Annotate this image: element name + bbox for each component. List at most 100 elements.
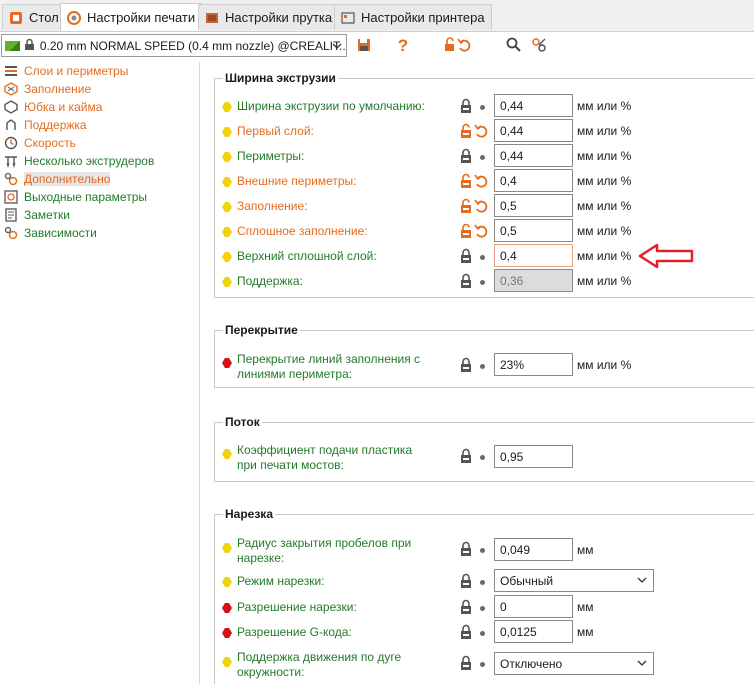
lock-icon[interactable] [459, 148, 473, 164]
simple-mode-bullet-icon [222, 227, 232, 237]
preset-value: 0.20 mm NORMAL SPEED (0.4 mm nozzle) @CR… [39, 38, 346, 53]
sidebar-item-speed[interactable]: Скорость [0, 134, 200, 152]
undo-icon[interactable] [474, 173, 489, 188]
system-value-dot-icon [480, 155, 485, 160]
red-arrow-annotation-icon [638, 243, 694, 269]
sidebar-item-multi-extruder[interactable]: Несколько экструдеров [0, 152, 200, 170]
setting-row-solid-infill: Сплошное заполнение: 0,5 мм или % [222, 219, 754, 243]
help-label: ? [397, 36, 409, 55]
sidebar-item-dependencies[interactable]: Зависимости [0, 224, 200, 242]
sidebar-item-label: Поддержка [24, 118, 87, 132]
group-title: Поток [223, 415, 262, 429]
slicing-mode-select[interactable]: Обычный [494, 569, 654, 592]
search-button[interactable] [504, 36, 524, 56]
solid-infill-width-input[interactable]: 0,5 [494, 219, 573, 242]
infill-width-input[interactable]: 0,5 [494, 194, 573, 217]
setting-row-external-perimeters: Внешние периметры: 0,4 мм или % [222, 169, 754, 193]
sidebar-item-support[interactable]: Поддержка [0, 116, 200, 134]
system-value-dot-icon [480, 631, 485, 636]
first-layer-width-input[interactable]: 0,44 [494, 119, 573, 142]
setting-label: Режим нарезки: [237, 574, 325, 588]
simple-mode-bullet-icon [222, 127, 232, 137]
system-value-dot-icon [480, 105, 485, 110]
infill-overlap-input[interactable]: 23% [494, 353, 573, 376]
tab-printer-settings[interactable]: Настройки принтера [334, 4, 492, 30]
slice-resolution-input[interactable]: 0 [494, 595, 573, 618]
reset-all-button[interactable] [443, 36, 475, 56]
default-width-input[interactable]: 0,44 [494, 94, 573, 117]
setting-row-slice-resolution: Разрешение нарезки: 0 мм [222, 595, 754, 619]
lock-icon[interactable] [459, 541, 473, 557]
save-preset-button[interactable] [354, 36, 374, 56]
undo-icon[interactable] [474, 223, 489, 238]
unit-label: мм [577, 625, 594, 639]
expert-mode-bullet-icon [222, 628, 232, 638]
lock-icon[interactable] [459, 273, 473, 289]
setting-row-slicing-mode: Режим нарезки: Обычный [222, 569, 754, 593]
preset-select[interactable]: 0.20 mm NORMAL SPEED (0.4 mm nozzle) @CR… [1, 34, 347, 57]
gcode-resolution-input[interactable]: 0,0125 [494, 620, 573, 643]
setting-label: Разрешение нарезки: [237, 600, 357, 614]
lock-icon[interactable] [459, 448, 473, 464]
lock-icon[interactable] [459, 599, 473, 615]
gap-closing-input[interactable]: 0,049 [494, 538, 573, 561]
setting-label: Заполнение: [237, 199, 308, 213]
bridge-flow-input[interactable]: 0,95 [494, 445, 573, 468]
sidebar-item-layers[interactable]: Слои и периметры [0, 62, 200, 80]
unlock-icon[interactable] [459, 123, 473, 139]
lock-icon[interactable] [459, 357, 473, 373]
sidebar-item-infill[interactable]: Заполнение [0, 80, 200, 98]
sidebar-item-skirt-brim[interactable]: Юбка и кайма [0, 98, 200, 116]
sidebar-item-advanced[interactable]: Дополнительно [0, 170, 200, 188]
undo-icon[interactable] [474, 123, 489, 138]
notes-icon [4, 208, 18, 222]
setting-row-default-width: Ширина экструзии по умолчанию: 0,44 мм и… [222, 94, 754, 118]
arc-fitting-select[interactable]: Отключено [494, 652, 654, 675]
setting-label: Сплошное заполнение: [237, 224, 368, 238]
tab-bar: Стол Настройки печати Настройки прутка Н… [0, 0, 754, 32]
lock-icon[interactable] [459, 624, 473, 640]
lock-icon[interactable] [459, 573, 473, 589]
sidebar-item-label: Выходные параметры [24, 190, 148, 204]
external-perimeters-width-input[interactable]: 0,4 [494, 169, 573, 192]
tab-filament-settings[interactable]: Настройки прутка [198, 4, 340, 30]
setting-row-support: Поддержка: 0,36 мм или % [222, 269, 754, 293]
sidebar-item-notes[interactable]: Заметки [0, 206, 200, 224]
sidebar-item-output[interactable]: Выходные параметры [0, 188, 200, 206]
system-value-dot-icon [480, 606, 485, 611]
preset-toolbar: 0.20 mm NORMAL SPEED (0.4 mm nozzle) @CR… [0, 32, 754, 60]
sidebar-item-label: Заполнение [24, 82, 92, 96]
undo-icon[interactable] [474, 198, 489, 213]
tab-plate[interactable]: Стол [2, 4, 66, 30]
simple-mode-bullet-icon [222, 577, 232, 587]
setting-label-line2: линиями периметра: [237, 367, 353, 381]
printer-icon [341, 11, 355, 25]
system-value-dot-icon [480, 255, 485, 260]
simple-mode-bullet-icon [222, 277, 232, 287]
tab-print-settings[interactable]: Настройки печати [60, 3, 203, 31]
setting-label-line1: Коэффициент подачи пластика [237, 443, 413, 457]
unlock-icon[interactable] [459, 173, 473, 189]
setting-label: Первый слой: [237, 124, 314, 138]
lock-icon[interactable] [459, 655, 473, 671]
help-button[interactable]: ? [393, 36, 413, 56]
unlock-icon[interactable] [459, 198, 473, 214]
setting-label: Поддержка: [237, 274, 303, 288]
top-solid-layer-width-input[interactable]: 0,4 [494, 244, 573, 267]
setting-row-perimeters: Периметры: 0,44 мм или % [222, 144, 754, 168]
simple-mode-bullet-icon [222, 449, 232, 459]
sidebar-item-label: Несколько экструдеров [24, 154, 155, 168]
lock-icon[interactable] [459, 248, 473, 264]
compare-button[interactable] [529, 36, 549, 56]
unlock-undo-icon [443, 36, 475, 56]
setting-label-line2: окружности: [237, 665, 305, 679]
setting-label: Верхний сплошной слой: [237, 249, 377, 263]
setting-label-line2: нарезке: [237, 551, 285, 565]
unit-label: мм или % [577, 358, 632, 372]
unlock-icon[interactable] [459, 223, 473, 239]
clock-icon [4, 136, 18, 150]
lock-icon[interactable] [459, 98, 473, 114]
support-width-input[interactable]: 0,36 [494, 269, 573, 292]
perimeters-width-input[interactable]: 0,44 [494, 144, 573, 167]
setting-row-gcode-resolution: Разрешение G-кода: 0,0125 мм [222, 620, 754, 644]
